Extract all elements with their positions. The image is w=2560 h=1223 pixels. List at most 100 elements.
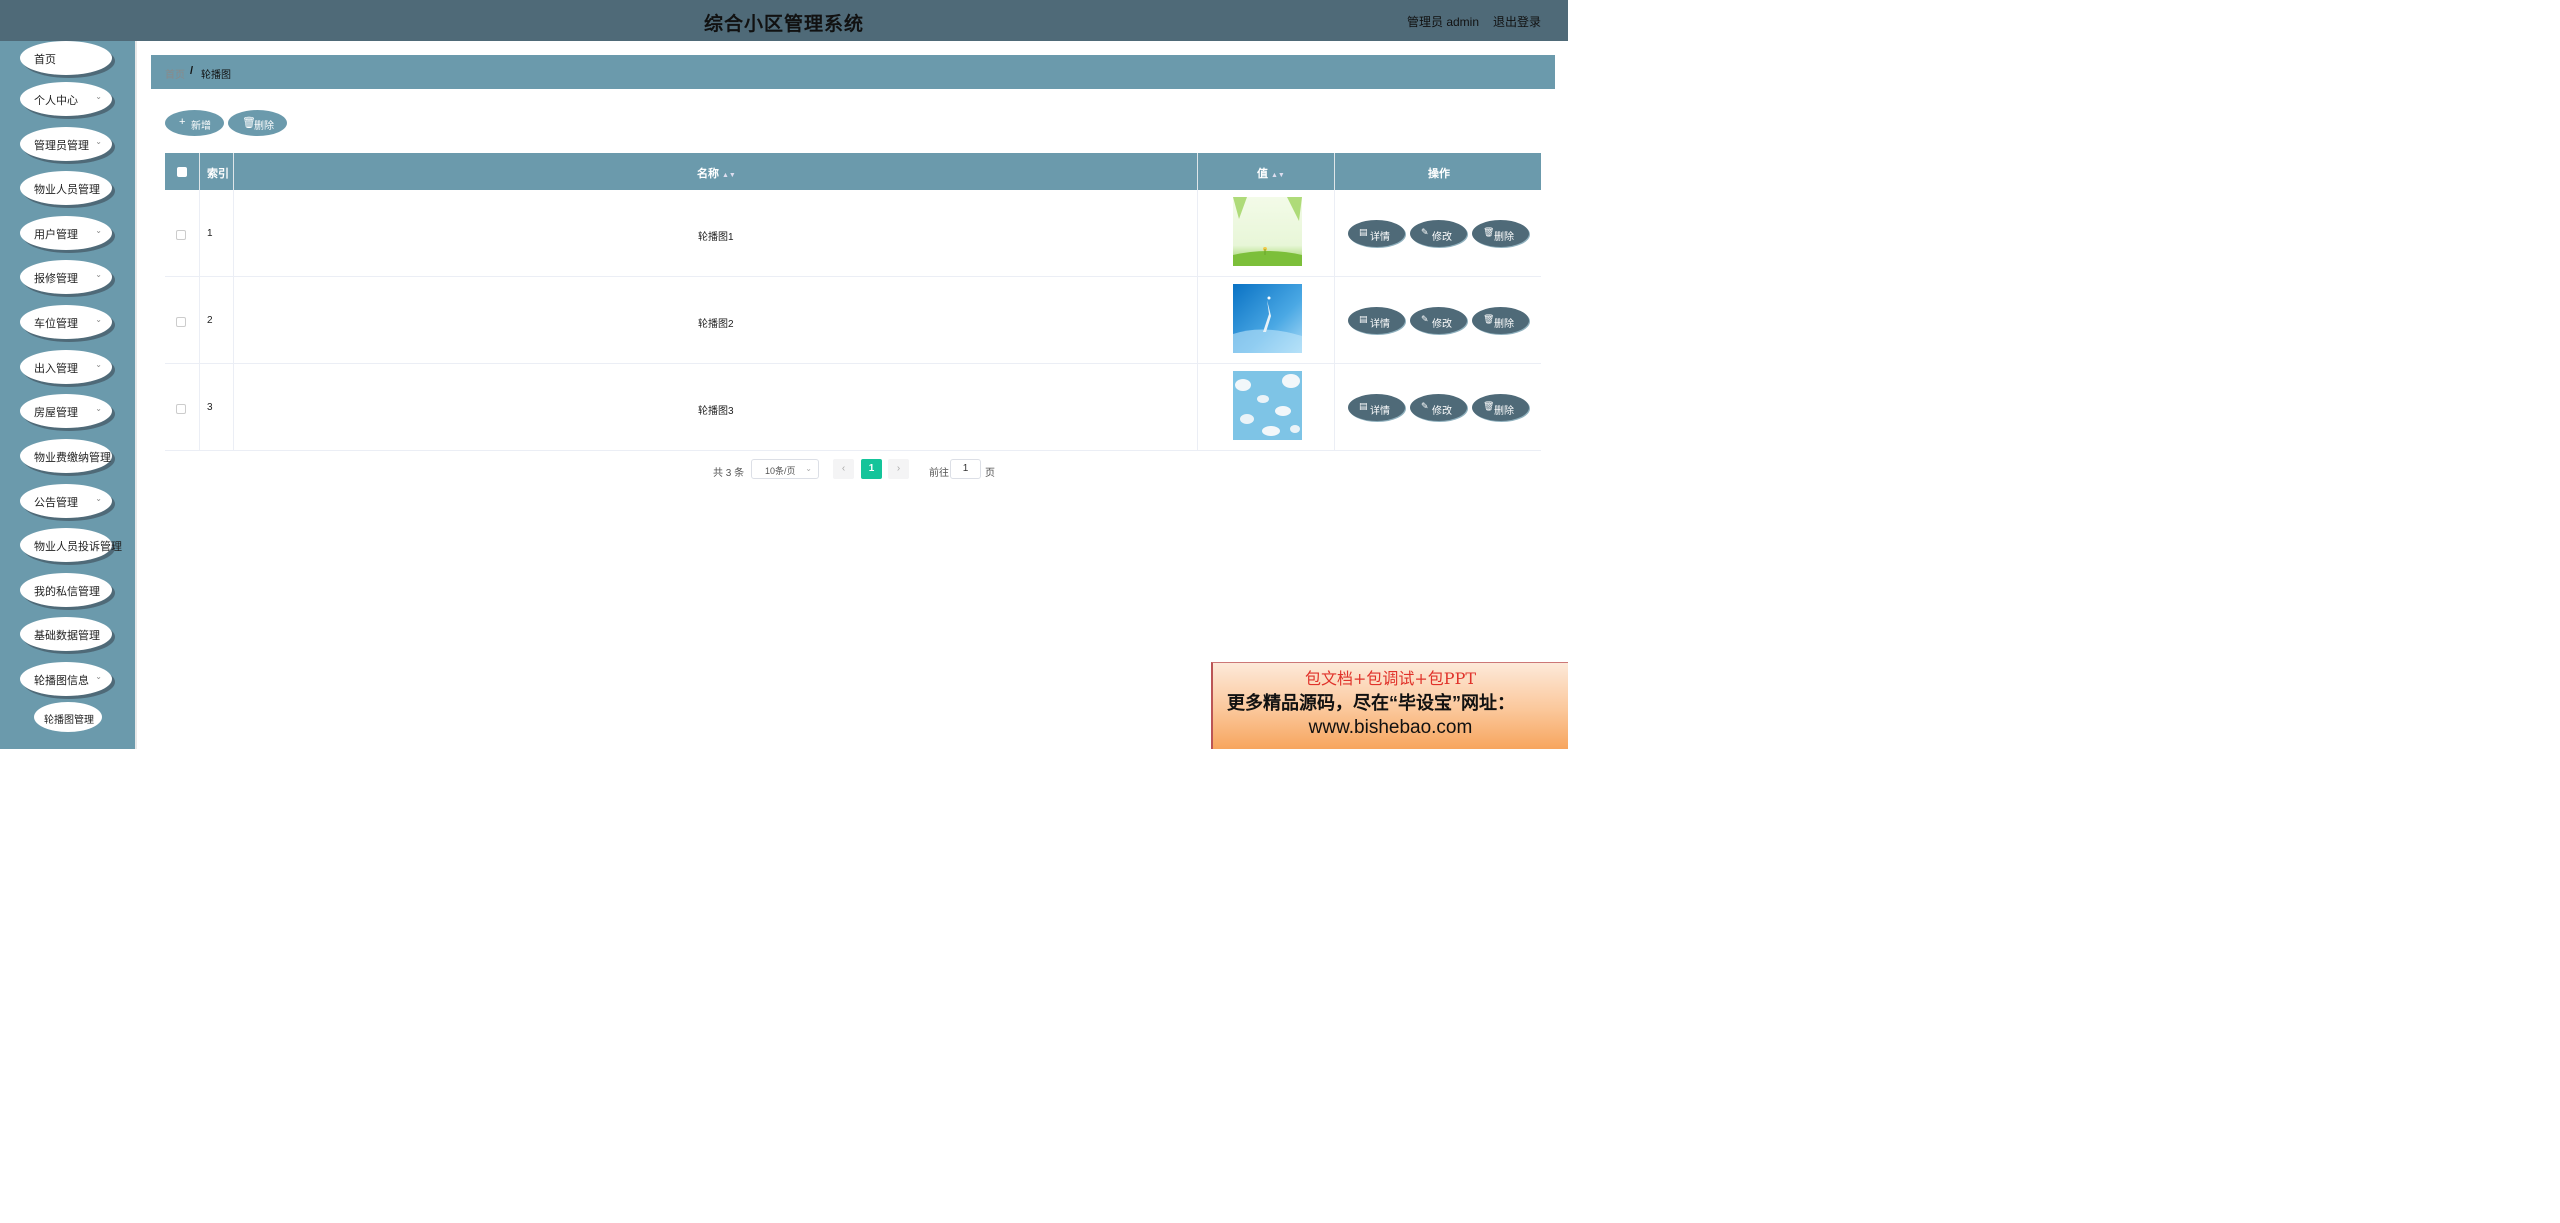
column-header-actions: 操作 <box>1428 168 1450 180</box>
sidebar-item-personal-center[interactable]: 个人中心 ⌄ <box>20 82 112 116</box>
sidebar-item-label: 车位管理 <box>34 318 78 330</box>
sidebar-item-label: 物业人员管理 <box>34 184 100 196</box>
chevron-down-icon: ⌄ <box>95 92 102 101</box>
row-name: 轮播图1 <box>698 232 734 243</box>
edit-button[interactable]: ✎ 修改 <box>1410 394 1467 421</box>
logout-link[interactable]: 退出登录 <box>1493 13 1541 30</box>
sidebar-item-label: 报修管理 <box>34 273 78 285</box>
pencil-icon: ✎ <box>1421 401 1429 411</box>
column-header-index: 索引 <box>200 153 234 190</box>
row-index: 1 <box>207 228 213 239</box>
sidebar-item-admin-management[interactable]: 管理员管理 ⌄ <box>20 127 112 161</box>
page-number-current[interactable]: 1 <box>861 459 882 479</box>
sidebar-divider <box>135 41 137 749</box>
promo-url: www.bishebao.com <box>1308 717 1473 738</box>
trash-icon: 🗑︎ <box>1483 227 1495 237</box>
column-name-label: 名称 <box>697 168 719 180</box>
sidebar-item-parking-management[interactable]: 车位管理 ⌄ <box>20 305 112 339</box>
sidebar-item-label: 首页 <box>34 54 56 66</box>
row-name: 轮播图2 <box>698 319 734 330</box>
plus-icon: + <box>179 116 186 128</box>
edit-button[interactable]: ✎ 修改 <box>1410 220 1467 247</box>
chevron-down-icon: ⌄ <box>95 494 102 503</box>
sidebar-item-carousel-info[interactable]: 轮播图信息 ⌄ <box>20 662 112 696</box>
sidebar-item-access-management[interactable]: 出入管理 ⌄ <box>20 350 112 384</box>
sidebar-item-label: 物业人员投诉管理 <box>34 541 122 553</box>
bulk-delete-button[interactable]: 🗑︎ 删除 <box>228 110 287 136</box>
sidebar-item-label: 公告管理 <box>34 497 78 509</box>
carousel-thumbnail-image <box>1233 197 1302 266</box>
carousel-thumbnail-image <box>1233 371 1302 440</box>
table-row: 1 轮播图1 ▤ 详情 ✎ 修改 🗑︎ 删除 <box>165 190 1541 277</box>
pencil-icon: ✎ <box>1421 227 1429 237</box>
prev-page-button[interactable]: ‹ <box>833 459 854 479</box>
delete-button[interactable]: 🗑︎ 删除 <box>1472 307 1529 334</box>
detail-button[interactable]: ▤ 详情 <box>1348 394 1405 421</box>
sort-icon[interactable]: ▲▼ <box>1271 172 1285 179</box>
sidebar-item-repair-management[interactable]: 报修管理 ⌄ <box>20 260 112 294</box>
promo-line-1: 包文档+包调试+包PPT <box>1304 669 1477 688</box>
page-suffix-label: 页 <box>985 468 995 479</box>
sidebar-item-property-staff[interactable]: 物业人员管理 <box>20 171 112 205</box>
trash-icon: 🗑︎ <box>1483 314 1495 324</box>
breadcrumb-home[interactable]: 首页 <box>165 66 185 81</box>
select-all-column <box>165 153 200 190</box>
promo-line-2: 更多精品源码，尽在“毕设宝”网址： <box>1227 693 1515 713</box>
row-checkbox[interactable] <box>176 317 186 327</box>
sidebar-item-private-messages[interactable]: 我的私信管理 <box>20 573 112 607</box>
sidebar-subitem-carousel-management[interactable]: 轮播图管理 <box>34 702 102 732</box>
breadcrumb: 首页 / 轮播图 <box>151 55 1555 89</box>
sidebar-item-label: 物业费缴纳管理 <box>34 452 111 464</box>
sidebar-item-label: 基础数据管理 <box>34 630 100 642</box>
goto-label: 前往 <box>929 468 949 479</box>
chevron-left-icon: ‹ <box>841 463 846 474</box>
sidebar-item-user-management[interactable]: 用户管理 ⌄ <box>20 216 112 250</box>
sidebar-item-home[interactable]: 首页 <box>20 41 112 75</box>
table-row: 2 轮播图2 ▤ 详情 ✎ 修改 🗑︎ 删除 <box>165 277 1541 364</box>
select-all-checkbox[interactable] <box>177 167 187 177</box>
detail-button[interactable]: ▤ 详情 <box>1348 307 1405 334</box>
column-value-label: 值 <box>1257 168 1268 180</box>
sidebar-item-house-management[interactable]: 房屋管理 ⌄ <box>20 394 112 428</box>
row-name: 轮播图3 <box>698 406 734 417</box>
breadcrumb-separator: / <box>190 65 194 77</box>
sidebar-item-notice-management[interactable]: 公告管理 ⌄ <box>20 484 112 518</box>
chevron-down-icon: ⌄ <box>95 404 102 413</box>
chevron-down-icon: ⌄ <box>95 672 102 681</box>
chevron-down-icon: ⌄ <box>95 360 102 369</box>
table-header: 索引 名称 ▲▼ 值 ▲▼ 操作 <box>165 153 1541 190</box>
chevron-down-icon: ⌄ <box>95 226 102 235</box>
detail-button[interactable]: ▤ 详情 <box>1348 220 1405 247</box>
document-icon: ▤ <box>1359 401 1368 411</box>
app-title: 综合小区管理系统 <box>703 14 864 35</box>
column-header-name[interactable]: 名称 ▲▼ <box>234 153 1198 190</box>
carousel-thumbnail-image <box>1233 284 1302 353</box>
delete-button[interactable]: 🗑︎ 删除 <box>1472 220 1529 247</box>
sidebar-item-label: 个人中心 <box>34 95 78 107</box>
sidebar-item-label: 管理员管理 <box>34 140 89 152</box>
trash-icon: 🗑︎ <box>1483 401 1495 411</box>
page-size-select[interactable]: 10条/页 ⌄ <box>751 459 819 479</box>
goto-page-input[interactable]: 1 <box>950 459 981 479</box>
sidebar-item-label: 我的私信管理 <box>34 586 100 598</box>
promo-banner: 包文档+包调试+包PPT 更多精品源码，尽在“毕设宝”网址： www.bishe… <box>1211 662 1568 749</box>
chevron-right-icon: › <box>896 463 901 474</box>
top-header: 综合小区管理系统 管理员 admin 退出登录 <box>0 0 1568 41</box>
sidebar: 首页 个人中心 ⌄ 管理员管理 ⌄ 物业人员管理 用户管理 ⌄ 报修管理 ⌄ 车… <box>0 41 135 749</box>
pagination-total: 共 3 条 <box>713 468 745 479</box>
sidebar-item-complaint-management[interactable]: 物业人员投诉管理 <box>20 528 122 562</box>
add-button[interactable]: + 新增 <box>165 110 224 136</box>
bulk-delete-button-label: 删除 <box>254 121 274 132</box>
sidebar-item-label: 房屋管理 <box>34 407 78 419</box>
sidebar-item-base-data[interactable]: 基础数据管理 <box>20 617 112 651</box>
sort-icon[interactable]: ▲▼ <box>722 172 736 179</box>
edit-button[interactable]: ✎ 修改 <box>1410 307 1467 334</box>
row-index: 2 <box>207 315 213 326</box>
row-checkbox[interactable] <box>176 230 186 240</box>
row-checkbox[interactable] <box>176 404 186 414</box>
next-page-button[interactable]: › <box>888 459 909 479</box>
sidebar-item-property-fee[interactable]: 物业费缴纳管理 <box>20 439 112 473</box>
delete-button[interactable]: 🗑︎ 删除 <box>1472 394 1529 421</box>
column-header-value[interactable]: 值 ▲▼ <box>1198 153 1335 190</box>
document-icon: ▤ <box>1359 227 1368 237</box>
